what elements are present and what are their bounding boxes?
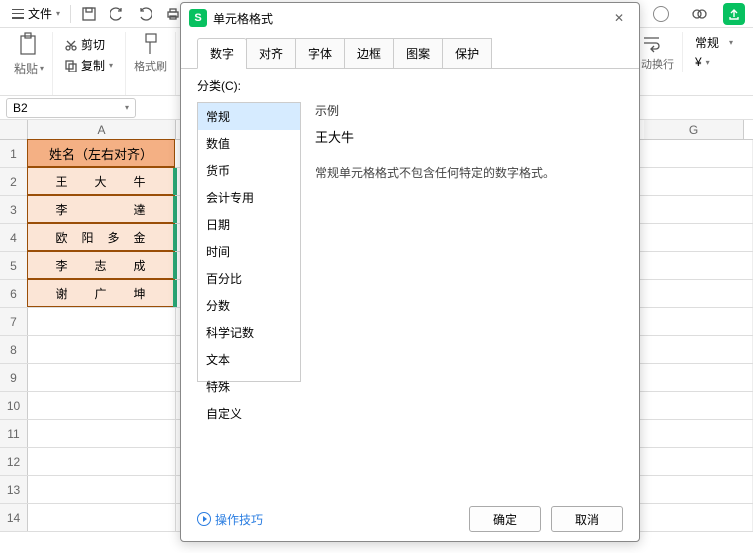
cell[interactable] <box>28 308 176 335</box>
paste-label: 粘贴 <box>14 60 38 77</box>
paste-group[interactable]: 粘贴▾ <box>6 32 53 95</box>
hamburger-icon <box>12 9 24 19</box>
category-list: 常规数值货币会计专用日期时间百分比分数科学记数文本特殊自定义 <box>197 102 301 382</box>
row-header[interactable]: 8 <box>0 336 28 363</box>
category-item[interactable]: 时间 <box>198 238 300 265</box>
select-all-corner[interactable] <box>0 120 28 139</box>
row-header[interactable]: 14 <box>0 504 28 531</box>
category-item[interactable]: 会计专用 <box>198 184 300 211</box>
row-header[interactable]: 13 <box>0 476 28 503</box>
play-circle-icon <box>197 512 211 526</box>
category-item[interactable]: 数值 <box>198 130 300 157</box>
category-item[interactable]: 货币 <box>198 157 300 184</box>
currency-symbol: ¥ <box>695 55 702 69</box>
row-header[interactable]: 11 <box>0 420 28 447</box>
chevron-down-icon: ▾ <box>125 103 129 112</box>
name-box-value: B2 <box>13 101 28 115</box>
format-painter-group[interactable]: 格式刷 <box>126 32 176 95</box>
tab-图案[interactable]: 图案 <box>393 38 443 69</box>
tips-link[interactable]: 操作技巧 <box>197 511 263 528</box>
close-button[interactable]: ✕ <box>607 11 631 25</box>
sample-value: 王大牛 <box>315 127 623 146</box>
cell[interactable]: 姓名（左右对齐） <box>27 139 175 167</box>
scissors-icon <box>65 39 77 51</box>
cell[interactable]: 李 志 成 <box>27 251 175 279</box>
category-item[interactable]: 自定义 <box>198 400 300 427</box>
cell-format-dialog: S 单元格格式 ✕ 数字对齐字体边框图案保护 分类(C): 常规数值货币会计专用… <box>180 2 640 542</box>
row-header[interactable]: 4 <box>0 224 28 251</box>
copy-button[interactable]: 复制 ▾ <box>61 55 117 76</box>
category-item[interactable]: 文本 <box>198 346 300 373</box>
cell[interactable] <box>28 476 176 503</box>
currency-button[interactable]: ¥ ▾ <box>691 53 714 71</box>
category-label: 分类(C): <box>181 77 639 94</box>
format-description: 常规单元格格式不包含任何特定的数字格式。 <box>315 164 623 181</box>
row-header[interactable]: 6 <box>0 280 28 307</box>
copy-icon <box>65 60 77 72</box>
sample-label: 示例 <box>315 102 623 119</box>
column-header-G[interactable]: G <box>644 120 744 139</box>
chevron-down-icon: ▾ <box>109 61 113 70</box>
paste-icon <box>18 32 40 58</box>
cell[interactable]: 谢 广 坤 <box>27 279 175 307</box>
collab-icon[interactable] <box>687 2 711 26</box>
chevron-down-icon: ▾ <box>706 58 710 67</box>
cell[interactable] <box>28 420 176 447</box>
row-header[interactable]: 2 <box>0 168 28 195</box>
row-header[interactable]: 9 <box>0 364 28 391</box>
save-icon[interactable] <box>77 2 101 26</box>
cell[interactable]: 李 達 <box>27 195 175 223</box>
row-header[interactable]: 5 <box>0 252 28 279</box>
tab-对齐[interactable]: 对齐 <box>246 38 296 69</box>
tab-字体[interactable]: 字体 <box>295 38 345 69</box>
row-header[interactable]: 12 <box>0 448 28 475</box>
category-item[interactable]: 常规 <box>198 103 300 130</box>
share-button[interactable] <box>723 3 745 25</box>
dialog-title: 单元格格式 <box>213 10 273 27</box>
cut-button[interactable]: 剪切 <box>61 34 109 55</box>
copy-label: 复制 <box>81 57 105 74</box>
cell[interactable] <box>28 504 176 531</box>
tab-保护[interactable]: 保护 <box>442 38 492 69</box>
cell[interactable]: 王 大 牛 <box>27 167 175 195</box>
cut-label: 剪切 <box>81 36 105 53</box>
category-item[interactable]: 分数 <box>198 292 300 319</box>
cell[interactable] <box>28 448 176 475</box>
cell[interactable]: 欧 阳 多 金 <box>27 223 175 251</box>
row-header[interactable]: 10 <box>0 392 28 419</box>
cancel-button[interactable]: 取消 <box>551 506 623 532</box>
category-item[interactable]: 特殊 <box>198 373 300 400</box>
number-format-label: 常规 <box>695 34 719 51</box>
cell[interactable] <box>28 336 176 363</box>
user-avatar-icon[interactable] <box>649 2 673 26</box>
name-box[interactable]: B2 ▾ <box>6 98 136 118</box>
file-menu[interactable]: 文件 ▾ <box>6 3 66 24</box>
chevron-down-icon: ▾ <box>729 38 733 47</box>
column-header-A[interactable]: A <box>28 120 176 139</box>
cell[interactable] <box>28 392 176 419</box>
wrap-icon <box>641 32 663 54</box>
app-s-icon: S <box>189 9 207 27</box>
chevron-down-icon: ▾ <box>56 9 60 18</box>
redo-icon[interactable] <box>133 2 157 26</box>
cell[interactable] <box>28 364 176 391</box>
undo-icon[interactable] <box>105 2 129 26</box>
category-item[interactable]: 科学记数 <box>198 319 300 346</box>
ok-button[interactable]: 确定 <box>469 506 541 532</box>
row-header[interactable]: 3 <box>0 196 28 223</box>
brush-icon <box>141 32 161 56</box>
tips-label: 操作技巧 <box>215 511 263 528</box>
tab-边框[interactable]: 边框 <box>344 38 394 69</box>
number-format-select[interactable]: 常规 ▾ <box>691 32 737 53</box>
row-header[interactable]: 1 <box>0 140 28 167</box>
format-painter-label: 格式刷 <box>134 58 167 74</box>
file-menu-label: 文件 <box>28 5 52 22</box>
category-item[interactable]: 百分比 <box>198 265 300 292</box>
chevron-down-icon: ▾ <box>40 64 44 73</box>
category-item[interactable]: 日期 <box>198 211 300 238</box>
row-header[interactable]: 7 <box>0 308 28 335</box>
tab-数字[interactable]: 数字 <box>197 38 247 69</box>
